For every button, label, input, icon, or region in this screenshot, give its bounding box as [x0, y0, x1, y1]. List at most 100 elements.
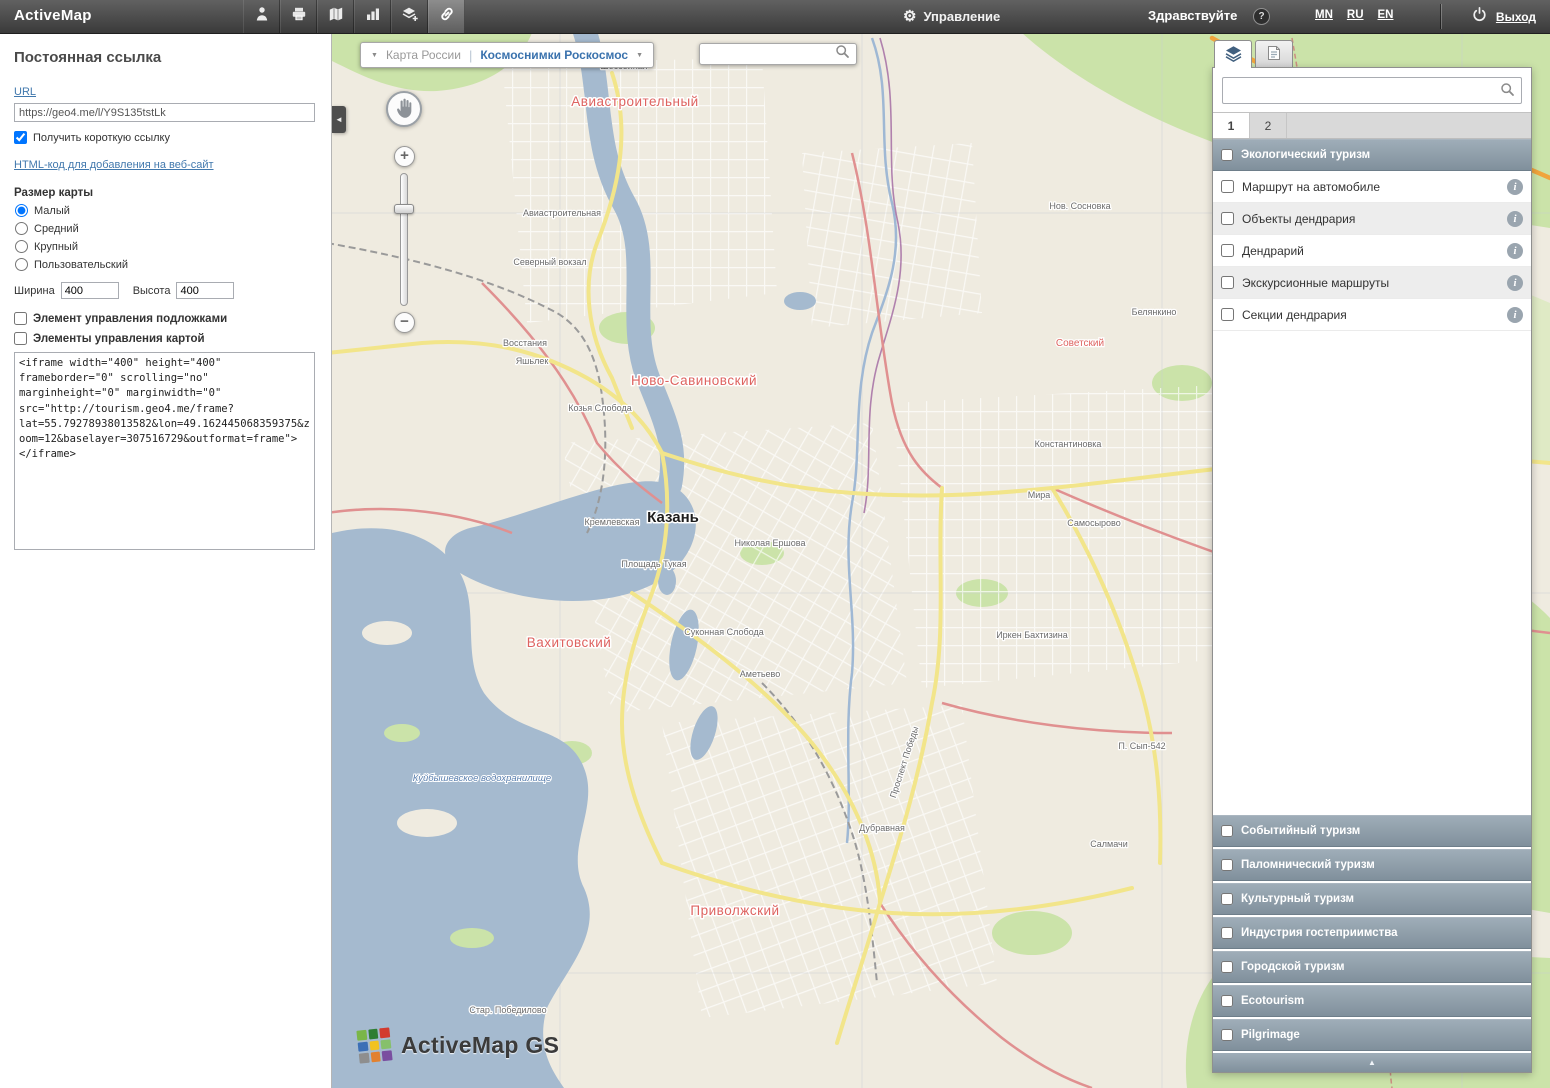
layer-item[interactable]: Экскурсионные маршруты i: [1213, 267, 1531, 299]
basemap-control-checkbox[interactable]: [14, 312, 27, 325]
layer-checkbox[interactable]: [1221, 244, 1234, 257]
info-icon[interactable]: i: [1507, 179, 1523, 195]
logout-button[interactable]: Выход: [1471, 0, 1536, 33]
layer-group-eco-tourism[interactable]: Экологический туризм: [1213, 139, 1531, 171]
layer-checkbox[interactable]: [1221, 276, 1234, 289]
tab-layers[interactable]: [1214, 40, 1252, 68]
group-checkbox[interactable]: [1221, 825, 1233, 837]
permalink-button[interactable]: [428, 0, 465, 33]
group-checkbox[interactable]: [1221, 893, 1233, 905]
pan-control[interactable]: [386, 91, 422, 127]
html-code-link[interactable]: HTML-код для добавления на веб-сайт: [14, 159, 214, 171]
height-label: Высота: [133, 285, 171, 297]
group-checkbox[interactable]: [1221, 961, 1233, 973]
map-search-input[interactable]: [706, 47, 835, 61]
size-custom-label: Пользовательский: [34, 259, 128, 271]
person-pin-icon: [253, 5, 271, 28]
layer-group-ecotourism[interactable]: Ecotourism: [1213, 985, 1531, 1017]
management-button[interactable]: ⚙ Управление: [903, 0, 1000, 33]
url-link[interactable]: URL: [14, 86, 36, 98]
layer-item[interactable]: Маршрут на автомобиле i: [1213, 171, 1531, 203]
statistics-button[interactable]: [354, 0, 391, 33]
topbar-separator: [1441, 4, 1442, 29]
zoom-slider-handle[interactable]: [394, 204, 414, 214]
layers-panel-body: 1 2 Экологический туризм Маршрут на авто…: [1212, 67, 1532, 1073]
map-controls-checkbox[interactable]: [14, 332, 27, 345]
overlay-label[interactable]: Космоснимки Роскосмос: [480, 48, 628, 62]
layer-group-pilgrimage-tourism[interactable]: Паломнический туризм: [1213, 849, 1531, 881]
group-checkbox[interactable]: [1221, 995, 1233, 1007]
url-input[interactable]: [14, 103, 315, 122]
basemap-label[interactable]: Карта России: [386, 48, 461, 62]
layer-group-event-tourism[interactable]: Событийный туризм: [1213, 815, 1531, 847]
tab-legend[interactable]: [1255, 40, 1293, 67]
height-input[interactable]: [176, 282, 234, 299]
size-small-label: Малый: [34, 205, 70, 217]
zoom-slider[interactable]: [400, 173, 408, 306]
group-checkbox[interactable]: [1221, 1029, 1233, 1041]
iframe-code-textarea[interactable]: <iframe width="400" height="400" framebo…: [14, 352, 315, 550]
short-link-checkbox[interactable]: [14, 131, 27, 144]
greeting-text: Здравствуйте: [1148, 8, 1237, 23]
map-label: Яшьлек: [516, 356, 549, 366]
layer-label: Экскурсионные маршруты: [1242, 276, 1499, 290]
layer-group-cultural-tourism[interactable]: Культурный туризм: [1213, 883, 1531, 915]
chevron-down-icon[interactable]: ▼: [371, 52, 378, 59]
add-layer-button[interactable]: [391, 0, 428, 33]
collapse-left-panel-button[interactable]: ◄: [332, 106, 346, 133]
print-button[interactable]: [280, 0, 317, 33]
layer-checkbox[interactable]: [1221, 180, 1234, 193]
size-custom-radio[interactable]: [15, 258, 28, 271]
layers-panel-tabs: [1212, 40, 1532, 67]
basemap-switcher: ▼ Карта России | Космоснимки Роскосмос ▼: [360, 42, 654, 68]
attribution-title: ActiveMap GS: [401, 1032, 559, 1059]
group-checkbox[interactable]: [1221, 859, 1233, 871]
map-water-label: Куйбышевское водохранилище: [413, 773, 551, 784]
chevron-down-icon[interactable]: ▼: [636, 52, 643, 59]
layers-page-1[interactable]: 1: [1213, 113, 1250, 138]
layer-item[interactable]: Секции дендрария i: [1213, 299, 1531, 331]
zoom-out-button[interactable]: −: [394, 312, 415, 333]
map-label: П. Сып-542: [1118, 741, 1165, 751]
placemark-tool-button[interactable]: [243, 0, 280, 33]
info-icon[interactable]: i: [1507, 243, 1523, 259]
map-label: Восстания: [503, 338, 547, 348]
size-small-radio[interactable]: [15, 204, 28, 217]
layer-checkbox[interactable]: [1221, 308, 1234, 321]
search-icon[interactable]: [835, 44, 850, 64]
lang-en-link[interactable]: EN: [1378, 9, 1394, 21]
info-icon[interactable]: i: [1507, 211, 1523, 227]
map-district-label: Авиастроительный: [571, 94, 698, 109]
layers-search-input[interactable]: [1229, 83, 1500, 99]
app-logo: ActiveMap: [14, 7, 92, 24]
panel-title: Постоянная ссылка: [14, 49, 315, 66]
gear-icon: ⚙: [903, 9, 916, 24]
layer-group-hospitality[interactable]: Индустрия гостеприимства: [1213, 917, 1531, 949]
layers-panel: 1 2 Экологический туризм Маршрут на авто…: [1212, 40, 1532, 1073]
layer-group-pilgrimage[interactable]: Pilgrimage: [1213, 1019, 1531, 1051]
help-button[interactable]: ?: [1253, 8, 1270, 25]
group-checkbox[interactable]: [1221, 927, 1233, 939]
info-icon[interactable]: i: [1507, 275, 1523, 291]
size-medium-radio[interactable]: [15, 222, 28, 235]
layers-page-2[interactable]: 2: [1250, 113, 1287, 138]
map-label: Нов. Сосновка: [1049, 201, 1110, 211]
size-large-radio[interactable]: [15, 240, 28, 253]
panel-collapse-button[interactable]: ▲: [1213, 1053, 1531, 1072]
lang-mn-link[interactable]: MN: [1315, 9, 1333, 21]
management-label: Управление: [923, 9, 1000, 24]
info-icon[interactable]: i: [1507, 307, 1523, 323]
export-map-button[interactable]: [317, 0, 354, 33]
folded-map-icon: [327, 5, 345, 28]
search-icon[interactable]: [1500, 82, 1515, 100]
layer-group-city-tourism[interactable]: Городской туризм: [1213, 951, 1531, 983]
zoom-in-button[interactable]: +: [394, 146, 415, 167]
layer-item[interactable]: Дендрарий i: [1213, 235, 1531, 267]
layer-item[interactable]: Объекты дендрария i: [1213, 203, 1531, 235]
layers-plus-icon: [401, 5, 419, 28]
group-checkbox[interactable]: [1221, 149, 1233, 161]
map-label: Козья Слобода: [568, 403, 631, 413]
lang-ru-link[interactable]: RU: [1347, 9, 1364, 21]
layer-checkbox[interactable]: [1221, 212, 1234, 225]
width-input[interactable]: [61, 282, 119, 299]
